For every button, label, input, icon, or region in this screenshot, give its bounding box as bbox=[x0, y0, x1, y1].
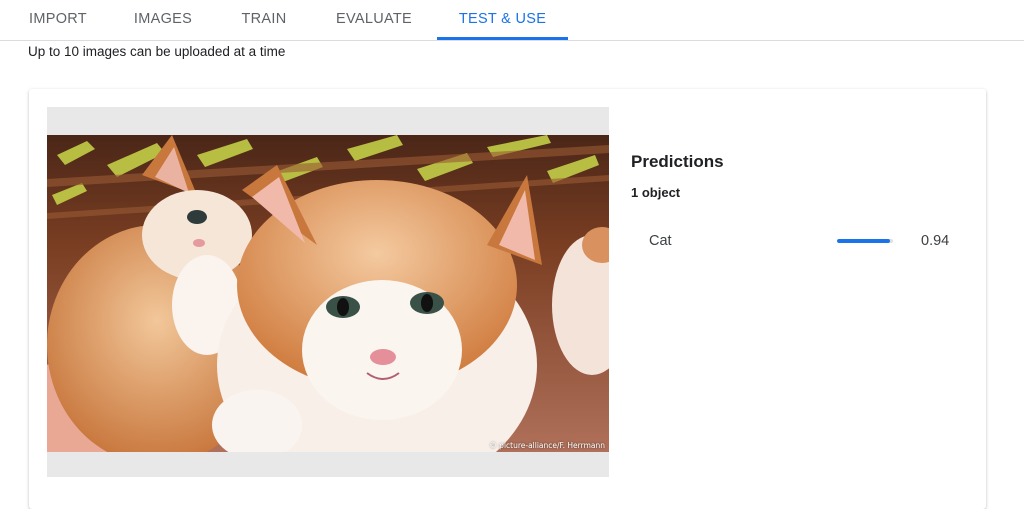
confidence-bar bbox=[837, 239, 893, 243]
upload-hint: Up to 10 images can be uploaded at a tim… bbox=[28, 44, 286, 59]
tab-evaluate[interactable]: EVALUATE bbox=[328, 0, 420, 40]
tab-import[interactable]: IMPORT bbox=[22, 0, 94, 40]
tab-test-and-use[interactable]: TEST & USE bbox=[437, 0, 568, 40]
object-count: 1 object bbox=[631, 185, 681, 200]
image-frame: © picture-alliance/F. Herrmann bbox=[47, 107, 609, 477]
confidence-bar-fill bbox=[837, 239, 890, 243]
prediction-score: 0.94 bbox=[921, 233, 950, 249]
predictions-title: Predictions bbox=[631, 152, 724, 171]
tab-images[interactable]: IMAGES bbox=[126, 0, 200, 40]
kittens-photo: © picture-alliance/F. Herrmann bbox=[47, 135, 609, 452]
image-credit: © picture-alliance/F. Herrmann bbox=[489, 441, 605, 450]
tab-train[interactable]: TRAIN bbox=[232, 0, 296, 40]
prediction-card: © picture-alliance/F. Herrmann Predictio… bbox=[29, 89, 986, 509]
tab-bar: IMPORT IMAGES TRAIN EVALUATE TEST & USE bbox=[0, 0, 1024, 41]
prediction-label: Cat bbox=[649, 233, 672, 249]
prediction-row: Cat 0.94 bbox=[631, 229, 971, 253]
